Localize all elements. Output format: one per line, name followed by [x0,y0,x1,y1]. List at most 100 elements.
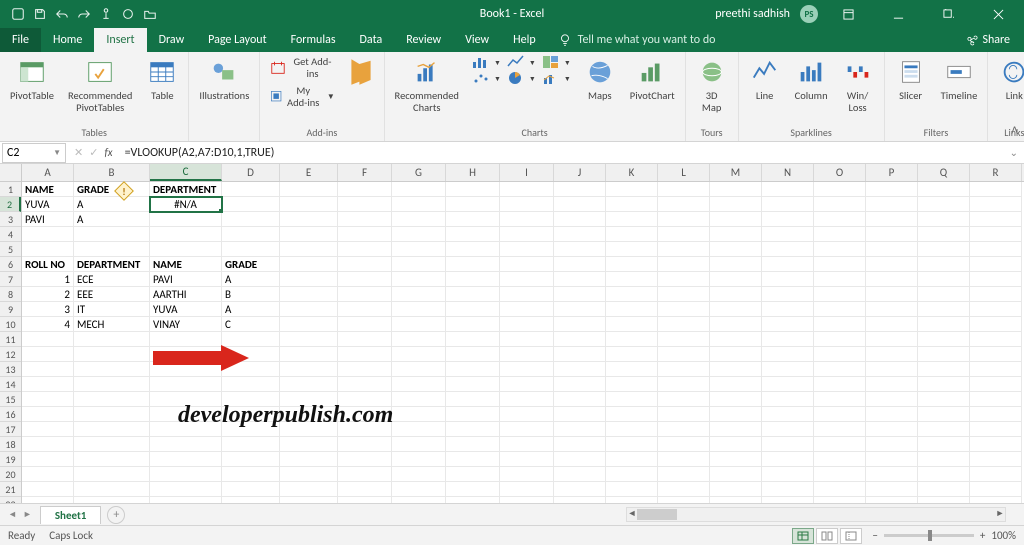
cell-H10[interactable] [446,317,500,332]
column-headers[interactable]: ABCDEFGHIJKLMNOPQR [22,164,1024,182]
cell-R8[interactable] [970,287,1022,302]
cell-M18[interactable] [710,437,762,452]
row-header-16[interactable]: 16 [0,407,21,422]
cell-M14[interactable] [710,377,762,392]
cell-F20[interactable] [338,467,392,482]
cell-I2[interactable] [500,197,554,212]
cell-F21[interactable] [338,482,392,497]
cell-E14[interactable] [280,377,338,392]
cell-K21[interactable] [606,482,658,497]
add-sheet-button[interactable]: + [107,506,125,524]
cell-P2[interactable] [866,197,918,212]
zoom-control[interactable]: − + 100% [872,529,1016,542]
cell-D7[interactable]: A [222,272,280,287]
cell-M10[interactable] [710,317,762,332]
cancel-formula-icon[interactable]: ✕ [74,146,83,159]
cell-D20[interactable] [222,467,280,482]
cell-H17[interactable] [446,422,500,437]
cell-M2[interactable] [710,197,762,212]
recommended-pivottables-button[interactable]: Recommended PivotTables [64,54,136,115]
column-header-B[interactable]: B [74,164,150,181]
cell-C7[interactable]: PAVI [150,272,222,287]
cell-L15[interactable] [658,392,710,407]
sheet-prev-icon[interactable]: ◄ [8,509,17,520]
cell-I15[interactable] [500,392,554,407]
sparkline-column-button[interactable]: Column [791,54,832,104]
cell-Q17[interactable] [918,422,970,437]
cell-A9[interactable]: 3 [22,302,74,317]
cell-R19[interactable] [970,452,1022,467]
cell-A5[interactable] [22,242,74,257]
enter-formula-icon[interactable]: ✓ [89,146,98,159]
cell-N14[interactable] [762,377,814,392]
zoom-in-icon[interactable]: + [980,529,985,542]
cell-O5[interactable] [814,242,866,257]
maximize-icon[interactable] [928,0,968,28]
cell-P4[interactable] [866,227,918,242]
cell-C6[interactable]: NAME [150,257,222,272]
cell-O20[interactable] [814,467,866,482]
cell-O7[interactable] [814,272,866,287]
cell-P9[interactable] [866,302,918,317]
cell-L4[interactable] [658,227,710,242]
cell-D3[interactable] [222,212,280,227]
chart-hierarchy-icon[interactable]: ▼ [539,54,574,70]
cell-N12[interactable] [762,347,814,362]
select-all-corner[interactable] [0,164,22,182]
row-header-12[interactable]: 12 [0,347,21,362]
cell-G3[interactable] [392,212,446,227]
cell-C4[interactable] [150,227,222,242]
cell-Q3[interactable] [918,212,970,227]
cell-Q18[interactable] [918,437,970,452]
cell-M17[interactable] [710,422,762,437]
cell-H14[interactable] [446,377,500,392]
expand-formula-icon[interactable]: ⌄ [1004,146,1024,159]
horizontal-scrollbar[interactable]: ◄► [626,507,1006,522]
cell-K7[interactable] [606,272,658,287]
column-header-A[interactable]: A [22,164,74,181]
cell-J12[interactable] [554,347,606,362]
cell-C14[interactable] [150,377,222,392]
cell-C8[interactable]: AARTHI [150,287,222,302]
cell-M16[interactable] [710,407,762,422]
cell-I19[interactable] [500,452,554,467]
column-header-Q[interactable]: Q [918,164,970,181]
cell-Q15[interactable] [918,392,970,407]
cell-A8[interactable]: 2 [22,287,74,302]
cell-M15[interactable] [710,392,762,407]
get-addins-button[interactable]: Get Add-ins [266,54,338,81]
cell-M19[interactable] [710,452,762,467]
cell-B15[interactable] [74,392,150,407]
cell-D2[interactable] [222,197,280,212]
close-icon[interactable] [978,0,1018,28]
chart-scatter-icon[interactable]: ▼ [469,70,504,86]
column-header-N[interactable]: N [762,164,814,181]
column-header-R[interactable]: R [970,164,1022,181]
cell-E7[interactable] [280,272,338,287]
cell-N16[interactable] [762,407,814,422]
cell-G6[interactable] [392,257,446,272]
cell-B17[interactable] [74,422,150,437]
cell-D21[interactable] [222,482,280,497]
cell-R11[interactable] [970,332,1022,347]
row-header-19[interactable]: 19 [0,452,21,467]
cell-Q6[interactable] [918,257,970,272]
cell-B8[interactable]: EEE [74,287,150,302]
save-icon[interactable] [30,3,50,25]
cell-N6[interactable] [762,257,814,272]
cell-E20[interactable] [280,467,338,482]
cell-C20[interactable] [150,467,222,482]
ribbon-options-icon[interactable] [828,0,868,28]
row-header-5[interactable]: 5 [0,242,21,257]
cell-A6[interactable]: ROLL NO [22,257,74,272]
sheet-next-icon[interactable]: ► [23,509,32,520]
cell-I21[interactable] [500,482,554,497]
cell-M11[interactable] [710,332,762,347]
cell-N5[interactable] [762,242,814,257]
recommended-charts-button[interactable]: Recommended Charts [391,54,463,115]
row-header-14[interactable]: 14 [0,377,21,392]
cell-P21[interactable] [866,482,918,497]
cell-J14[interactable] [554,377,606,392]
cell-O18[interactable] [814,437,866,452]
cell-L16[interactable] [658,407,710,422]
